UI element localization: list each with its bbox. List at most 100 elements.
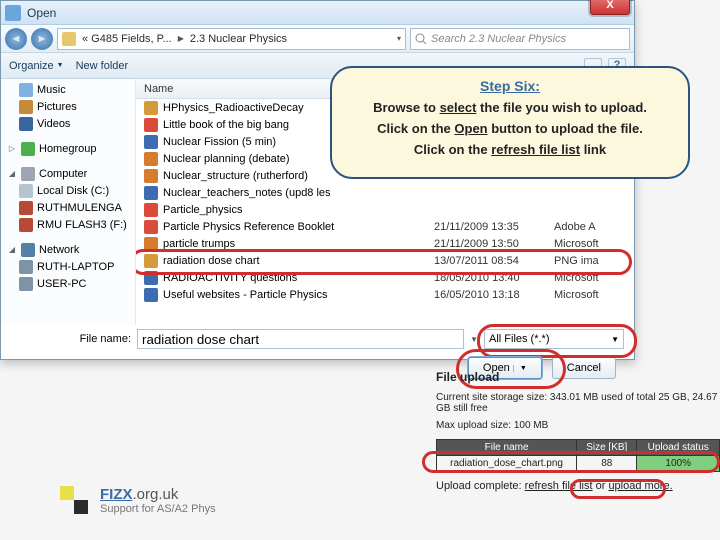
- sidebar-item-videos[interactable]: Videos: [1, 115, 135, 132]
- titlebar: Open: [1, 1, 634, 25]
- file-type: Adobe A: [554, 221, 634, 233]
- filename-input[interactable]: [137, 329, 464, 349]
- search-icon: [415, 33, 427, 45]
- file-icon: [144, 220, 158, 234]
- file-row[interactable]: Particle_physics: [136, 201, 634, 218]
- chevron-right-icon: ▷: [7, 144, 17, 153]
- open-dialog: Open X ◄ ► « G485 Fields, P... ▶ 2.3 Nuc…: [0, 0, 635, 360]
- cell-filename: radiation_dose_chart.png: [437, 456, 577, 472]
- sidebar-item-homegroup[interactable]: ▷Homegroup: [1, 140, 135, 157]
- callout-line: Click on the refresh file list link: [346, 142, 674, 157]
- sidebar-item-pc[interactable]: USER-PC: [1, 275, 135, 292]
- upload-title: File upload: [436, 370, 720, 384]
- file-type: Microsoft: [554, 272, 634, 284]
- file-name: Nuclear Fission (5 min): [163, 136, 276, 148]
- file-name: Useful websites - Particle Physics: [163, 289, 327, 301]
- file-icon: [144, 118, 158, 132]
- callout-heading: Step Six:: [346, 78, 674, 94]
- drive-icon: [19, 201, 33, 215]
- computer-icon: [21, 167, 35, 181]
- back-button[interactable]: ◄: [5, 28, 27, 50]
- file-date: 21/11/2009 13:35: [434, 221, 554, 233]
- upload-panel: File upload Current site storage size: 3…: [436, 370, 720, 492]
- refresh-file-list-link[interactable]: refresh file list: [525, 480, 593, 492]
- file-type: Microsoft: [554, 238, 634, 250]
- homegroup-icon: [21, 142, 35, 156]
- file-row[interactable]: particle trumps21/11/2009 13:50Microsoft: [136, 235, 634, 252]
- file-icon: [144, 186, 158, 200]
- forward-button[interactable]: ►: [31, 28, 53, 50]
- sidebar: Music Pictures Videos ▷Homegroup ◢Comput…: [1, 79, 136, 325]
- file-icon: [144, 254, 158, 268]
- file-name: RADIOACTIVITY questions: [163, 272, 297, 284]
- maxsize-info: Max upload size: 100 MB: [436, 420, 720, 431]
- sidebar-item-drive[interactable]: RUTHMULENGA: [1, 199, 135, 216]
- pc-icon: [19, 260, 33, 274]
- close-button[interactable]: X: [590, 0, 630, 15]
- file-date: 21/11/2009 13:50: [434, 238, 554, 250]
- network-icon: [21, 243, 35, 257]
- chevron-right-icon: ▶: [178, 34, 184, 43]
- file-icon: [144, 237, 158, 251]
- file-name: radiation dose chart: [163, 255, 260, 267]
- sidebar-item-pc[interactable]: RUTH-LAPTOP: [1, 258, 135, 275]
- breadcrumb[interactable]: « G485 Fields, P... ▶ 2.3 Nuclear Physic…: [57, 28, 406, 50]
- storage-info: Current site storage size: 343.01 MB use…: [436, 392, 720, 414]
- search-placeholder: Search 2.3 Nuclear Physics: [431, 33, 566, 45]
- chevron-down-icon: ▼: [611, 335, 619, 344]
- pictures-icon: [19, 100, 33, 114]
- filename-label: File name:: [71, 333, 131, 345]
- file-row[interactable]: Nuclear_teachers_notes (upd8 les: [136, 184, 634, 201]
- organize-menu[interactable]: Organize ▼: [9, 60, 64, 72]
- sidebar-item-computer[interactable]: ◢Computer: [1, 165, 135, 182]
- brand-logo: [60, 486, 88, 528]
- breadcrumb-seg: « G485 Fields, P...: [82, 33, 172, 45]
- search-input[interactable]: Search 2.3 Nuclear Physics: [410, 28, 630, 50]
- window-icon: [5, 5, 21, 21]
- upload-more-link[interactable]: upload more.: [608, 480, 672, 492]
- file-row[interactable]: RADIOACTIVITY questions18/05/2010 13:40M…: [136, 269, 634, 286]
- file-name: Little book of the big bang: [163, 119, 289, 131]
- upload-complete-text: Upload complete: refresh file list or up…: [436, 480, 720, 492]
- file-name: Nuclear planning (debate): [163, 153, 290, 165]
- file-icon: [144, 101, 158, 115]
- th-status: Upload status: [637, 440, 720, 456]
- cell-size: 88: [577, 456, 637, 472]
- file-row[interactable]: Useful websites - Particle Physics 16/05/…: [136, 286, 634, 303]
- file-name: Nuclear_teachers_notes (upd8 les: [163, 187, 331, 199]
- file-date: 16/05/2010 13:18: [434, 289, 554, 301]
- callout-line: Browse to select the file you wish to up…: [346, 100, 674, 115]
- chevron-down-icon[interactable]: ▼: [470, 335, 478, 344]
- drive-icon: [19, 218, 33, 232]
- instruction-callout: Step Six: Browse to select the file you …: [330, 66, 690, 179]
- chevron-down-icon[interactable]: ▾: [397, 34, 401, 43]
- new-folder-button[interactable]: New folder: [76, 60, 129, 72]
- file-icon: [144, 135, 158, 149]
- window-title: Open: [27, 6, 630, 20]
- th-filename: File name: [437, 440, 577, 456]
- brand-text: FIZX.org.uk Support for AS/A2 Phys: [100, 486, 216, 515]
- callout-line: Click on the Open button to upload the f…: [346, 121, 674, 136]
- sidebar-item-network[interactable]: ◢Network: [1, 241, 135, 258]
- sidebar-item-music[interactable]: Music: [1, 81, 135, 98]
- sidebar-item-pictures[interactable]: Pictures: [1, 98, 135, 115]
- sidebar-item-disk[interactable]: Local Disk (C:): [1, 182, 135, 199]
- file-name: Particle_physics: [163, 204, 242, 216]
- file-name: HPhysics_RadioactiveDecay: [163, 102, 304, 114]
- chevron-down-icon: ◢: [7, 245, 17, 254]
- sidebar-item-drive[interactable]: RMU FLASH3 (F:): [1, 216, 135, 233]
- file-type: Microsoft: [554, 289, 634, 301]
- file-row[interactable]: radiation dose chart13/07/2011 08:54PNG …: [136, 252, 634, 269]
- pc-icon: [19, 277, 33, 291]
- filename-row: File name: ▼ All Files (*.*) ▼: [1, 325, 634, 353]
- address-bar: ◄ ► « G485 Fields, P... ▶ 2.3 Nuclear Ph…: [1, 25, 634, 53]
- file-name: Nuclear_structure (rutherford): [163, 170, 308, 182]
- videos-icon: [19, 117, 33, 131]
- file-row[interactable]: Particle Physics Reference Booklet21/11/…: [136, 218, 634, 235]
- file-icon: [144, 288, 158, 302]
- filetype-filter[interactable]: All Files (*.*) ▼: [484, 329, 624, 349]
- th-size: Size [KB]: [577, 440, 637, 456]
- chevron-down-icon: ◢: [7, 169, 17, 178]
- cell-status: 100%: [637, 456, 720, 472]
- table-row: radiation_dose_chart.png 88 100%: [437, 456, 720, 472]
